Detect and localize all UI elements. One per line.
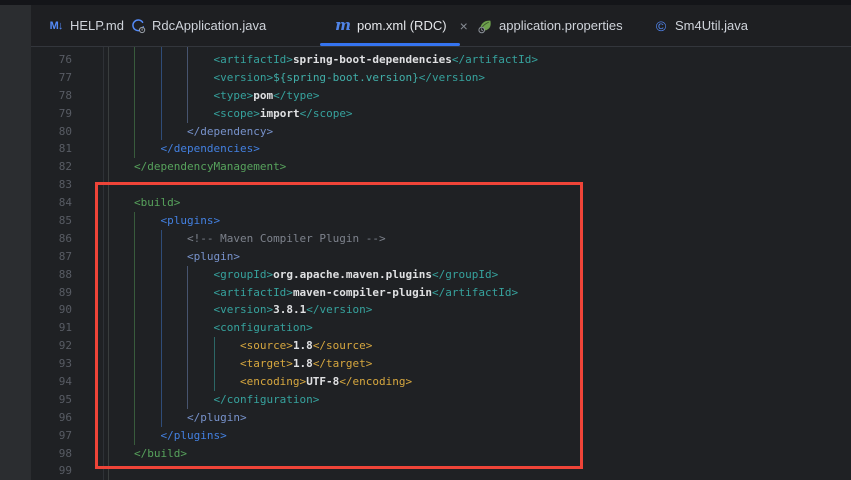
tab-label: Sm4Util.java [675,18,748,33]
line-number: 89 [31,284,72,302]
tab-label: RdcApplication.java [152,18,266,33]
editor-tab-bar[interactable]: M↓ HELP.md RdcApplication.java m pom.xml (RD… [31,5,851,47]
code-line: <build> [108,194,538,212]
code-line: <artifactId>spring-boot-dependencies</ar… [108,51,538,69]
code-line: <type>pom</type> [108,87,538,105]
ide-window: { "app": {"name": "IntelliJ IDEA editor"… [0,0,851,480]
line-number: 80 [31,123,72,141]
code-lines: <artifactId>spring-boot-dependencies</ar… [108,51,538,480]
code-line: <target>1.8</target> [108,355,538,373]
line-number: 81 [31,140,72,158]
code-line: </dependencies> [108,140,538,158]
code-line: <scope>import</scope> [108,105,538,123]
code-line: </dependencyManagement> [108,158,538,176]
line-number: 99 [31,462,72,480]
line-number: 88 [31,266,72,284]
tab-label: pom.xml (RDC) [357,18,447,33]
tab-application-properties[interactable]: application.properties [477,5,623,46]
code-line [108,462,538,480]
code-line: <version>${spring-boot.version}</version… [108,69,538,87]
code-line: <version>3.8.1</version> [108,301,538,319]
line-number: 78 [31,87,72,105]
line-number: 95 [31,391,72,409]
code-line: <plugin> [108,248,538,266]
code-line: <plugins> [108,212,538,230]
code-line: <encoding>UTF-8</encoding> [108,373,538,391]
gutter-separator [103,47,104,480]
close-tab-icon[interactable]: × [460,19,468,33]
tab-label: HELP.md [70,18,124,33]
line-number: 87 [31,248,72,266]
code-line: <!-- Maven Compiler Plugin --> [108,230,538,248]
code-line: </dependency> [108,123,538,141]
code-editor[interactable]: 7677787980818283848586878889909192939495… [31,47,851,480]
line-number: 84 [31,194,72,212]
tab-label: application.properties [499,18,623,33]
tab-help-md[interactable]: M↓ HELP.md [48,5,124,46]
line-number: 91 [31,319,72,337]
line-number: 92 [31,337,72,355]
line-number: 96 [31,409,72,427]
spring-boot-class-icon [130,18,146,34]
line-number: 97 [31,427,72,445]
code-line: </configuration> [108,391,538,409]
code-line: <configuration> [108,319,538,337]
line-number: 90 [31,301,72,319]
code-line: </plugin> [108,409,538,427]
tab-rdcapplication-java[interactable]: RdcApplication.java [130,5,266,46]
java-class-icon: © [653,18,669,34]
line-number: 83 [31,176,72,194]
code-line: </plugins> [108,427,538,445]
code-line: <groupId>org.apache.maven.plugins</group… [108,266,538,284]
markdown-icon: M↓ [48,18,64,34]
code-line: <source>1.8</source> [108,337,538,355]
line-number: 93 [31,355,72,373]
line-number: 94 [31,373,72,391]
tab-pom-xml-rdc-[interactable]: m pom.xml (RDC) × [335,5,468,46]
line-number: 85 [31,212,72,230]
line-number: 79 [31,105,72,123]
code-line [108,176,538,194]
line-number-gutter: 7677787980818283848586878889909192939495… [31,51,72,480]
tab-sm4util-java[interactable]: © Sm4Util.java [653,5,748,46]
line-number: 82 [31,158,72,176]
line-number: 77 [31,69,72,87]
spring-properties-icon [477,18,493,34]
code-line: </build> [108,445,538,463]
maven-icon: m [335,18,351,34]
tool-window-rail [0,5,31,480]
line-number: 86 [31,230,72,248]
line-number: 98 [31,445,72,463]
line-number: 76 [31,51,72,69]
code-line: <artifactId>maven-compiler-plugin</artif… [108,284,538,302]
